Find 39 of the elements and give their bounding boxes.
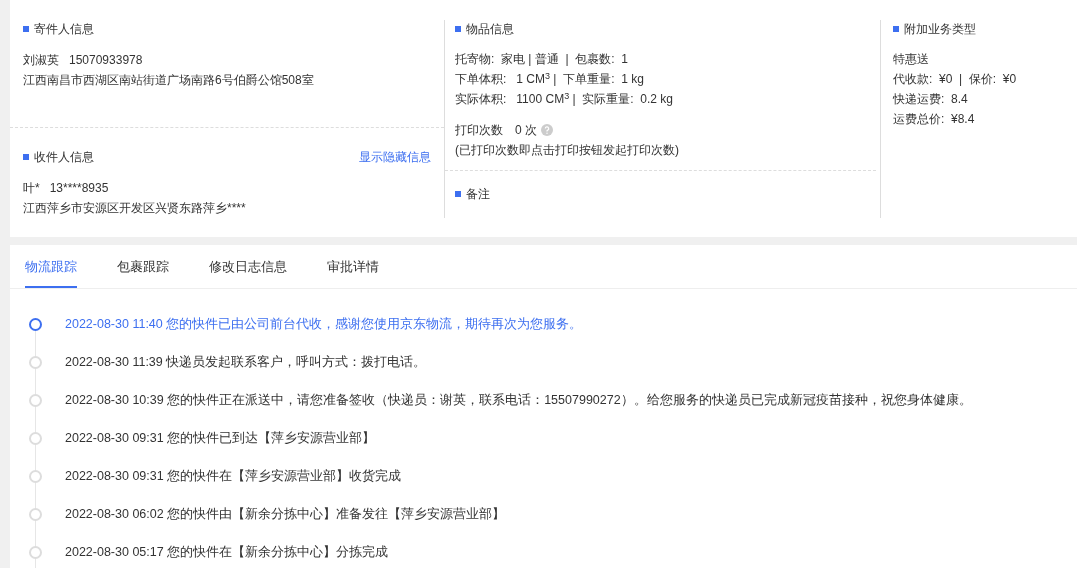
recipient-phone: 13****8935	[49, 180, 109, 197]
tab[interactable]: 物流跟踪	[25, 256, 77, 288]
service-detail: 运费总价: ¥8.4	[893, 111, 975, 128]
section-title: 寄件人信息	[34, 21, 94, 38]
goods-detail: 实际体积: 1100 CM$^{3}$ | 实际重量: 0.2 kg	[455, 89, 673, 108]
service-detail: 特惠送	[893, 51, 929, 68]
section-marker-icon	[893, 26, 899, 32]
show-hidden-link[interactable]: 显示隐藏信息	[359, 148, 431, 166]
timeline-entry: 2022-08-30 11:39 快递员发起联系客户，呼叫方式：拨打电话。	[65, 353, 427, 371]
section-title: 收件人信息	[34, 149, 94, 166]
tab[interactable]: 审批详情	[327, 256, 379, 288]
timeline-entry: 2022-08-30 11:40 您的快件已由公司前台代收，感谢您使用京东物流，期待再次为您服务。	[65, 315, 583, 333]
goods-detail: 托寄物: 家电 | 普通 | 包裹数: 1	[455, 51, 628, 68]
recipient-address: 江西萍乡市安源区开发区兴贤东路萍乡****	[23, 200, 246, 217]
service-detail: 代收款: ¥0 | 保价: ¥0	[893, 71, 1017, 88]
print-count-label: 打印次数	[455, 122, 503, 139]
sender-phone: 15070933978	[69, 52, 143, 69]
section-title: 备注	[466, 186, 490, 203]
timeline-entry: 2022-08-30 09:31 您的快件在【萍乡安源营业部】收货完成	[65, 467, 402, 485]
section-title: 物品信息	[466, 21, 514, 38]
section-marker-icon	[455, 191, 461, 197]
tab[interactable]: 包裹跟踪	[117, 256, 169, 288]
sender-address: 江西南昌市西湖区南站街道广场南路6号伯爵公馆508室	[23, 72, 314, 89]
tab[interactable]: 修改日志信息	[209, 256, 287, 288]
print-count: 0 次	[515, 122, 537, 139]
help-icon[interactable]	[541, 124, 553, 136]
timeline-entry: 2022-08-30 05:17 您的快件在【新余分拣中心】分拣完成	[65, 543, 389, 561]
timeline-entry: 2022-08-30 10:39 您的快件正在派送中，请您准备签收（快递员：谢英，联系电话：15507990272）。给您服务的快递员已完成新冠疫苗接种，祝您身体健康。	[65, 391, 972, 409]
sender-name: 刘淑英	[23, 52, 59, 69]
print-count-note: (已打印次数即点击打印按钮发起打印次数)	[455, 142, 679, 159]
service-detail: 快递运费: 8.4	[893, 91, 968, 108]
timeline-entry: 2022-08-30 09:31 您的快件已到达【萍乡安源营业部】	[65, 429, 376, 447]
goods-detail: 下单体积: 1 CM$^{3}$ | 下单重量: 1 kg	[455, 69, 644, 88]
section-title: 附加业务类型	[904, 21, 976, 38]
section-marker-icon	[455, 26, 461, 32]
recipient-name: 叶*	[23, 180, 40, 197]
section-marker-icon	[23, 26, 29, 32]
section-marker-icon	[23, 154, 29, 160]
timeline-entry: 2022-08-30 06:02 您的快件由【新余分拣中心】准备发往【萍乡安源营业部】	[65, 505, 506, 523]
